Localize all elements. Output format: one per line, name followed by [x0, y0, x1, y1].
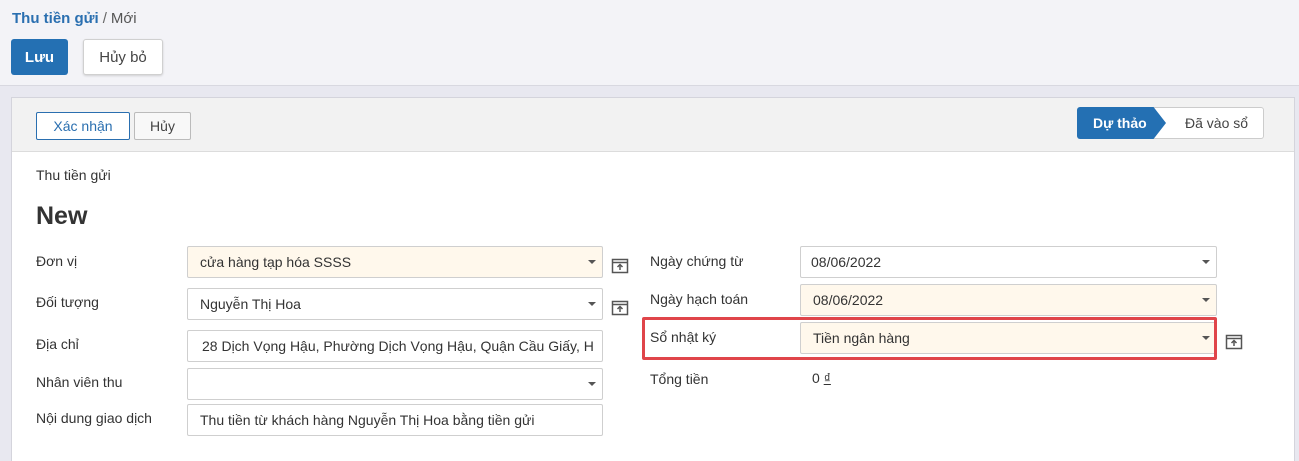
unit-label: Đơn vị	[36, 253, 78, 269]
collector-select[interactable]	[187, 368, 603, 400]
total-amount: 0 ₫	[812, 370, 831, 386]
chevron-down-icon	[588, 260, 596, 264]
form-sheet: Xác nhận Hủy Đã vào sổ Dự thảo Thu tiền …	[11, 97, 1295, 461]
discard-button[interactable]: Hủy bỏ	[83, 39, 163, 75]
external-link-icon[interactable]	[1225, 332, 1243, 350]
chevron-down-icon	[1202, 260, 1210, 264]
cancel-button[interactable]: Hủy	[134, 112, 191, 140]
description-value: Thu tiền từ khách hàng Nguyễn Thị Hoa bằ…	[200, 412, 535, 428]
partner-value: Nguyễn Thị Hoa	[200, 296, 301, 312]
page-title: New	[36, 202, 88, 230]
external-link-icon[interactable]	[611, 298, 629, 316]
highlight-box	[642, 317, 1217, 360]
external-link-icon[interactable]	[611, 256, 629, 274]
collector-label: Nhân viên thu	[36, 374, 123, 390]
unit-select[interactable]: cửa hàng tạp hóa SSSS	[187, 246, 603, 278]
stage-posted[interactable]: Đã vào sổ	[1152, 107, 1264, 139]
description-label: Nội dung giao dịch	[36, 410, 152, 426]
address-input[interactable]: 28 Dịch Vọng Hậu, Phường Dịch Vọng Hậu, …	[187, 330, 603, 362]
total-value: 0	[812, 370, 820, 386]
currency-symbol: ₫	[823, 370, 831, 386]
form-subtitle: Thu tiền gửi	[36, 167, 111, 183]
confirm-button[interactable]: Xác nhận	[36, 112, 130, 140]
doc-date-value: 08/06/2022	[811, 254, 882, 270]
partner-label: Đối tượng	[36, 294, 99, 310]
doc-date-input[interactable]: 08/06/2022	[800, 246, 1217, 278]
doc-date-label: Ngày chứng từ	[650, 253, 744, 269]
accounting-date-value: 08/06/2022	[813, 292, 884, 308]
breadcrumb: Thu tiền gửi / Mới	[12, 10, 137, 27]
address-label: Địa chỉ	[36, 336, 79, 352]
chevron-down-icon	[588, 302, 596, 306]
control-panel: Thu tiền gửi / Mới Lưu Hủy bỏ	[0, 0, 1299, 86]
description-input[interactable]: Thu tiền từ khách hàng Nguyễn Thị Hoa bằ…	[187, 404, 603, 436]
status-bar: Xác nhận Hủy Đã vào sổ Dự thảo	[12, 98, 1294, 152]
accounting-date-label: Ngày hạch toán	[650, 291, 749, 307]
breadcrumb-parent-link[interactable]: Thu tiền gửi	[12, 10, 99, 27]
unit-value: cửa hàng tạp hóa SSSS	[200, 254, 352, 270]
accounting-date-input[interactable]: 08/06/2022	[800, 284, 1217, 316]
partner-select[interactable]: Nguyễn Thị Hoa	[187, 288, 603, 320]
breadcrumb-separator: /	[102, 10, 107, 27]
stage-draft[interactable]: Dự thảo	[1077, 107, 1166, 139]
address-value: 28 Dịch Vọng Hậu, Phường Dịch Vọng Hậu, …	[202, 338, 594, 354]
chevron-down-icon	[1202, 298, 1210, 302]
breadcrumb-current: Mới	[110, 10, 137, 27]
save-button[interactable]: Lưu	[11, 39, 68, 75]
total-label: Tổng tiền	[650, 371, 709, 387]
chevron-down-icon	[588, 382, 596, 386]
